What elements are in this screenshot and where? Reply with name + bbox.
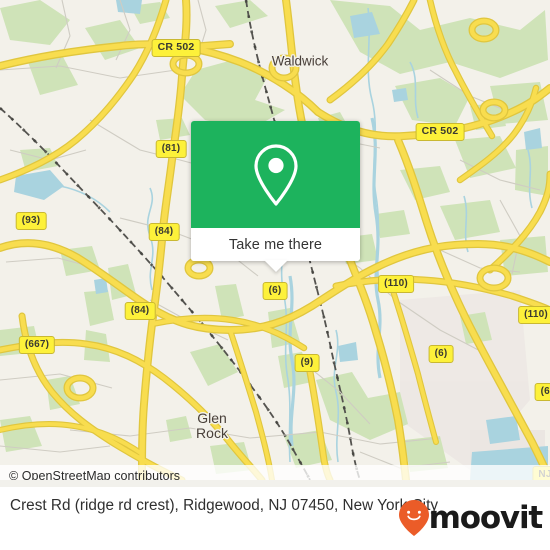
footer-bar: Crest Rd (ridge rd crest), Ridgewood, NJ… [0,487,550,550]
road-shield[interactable]: (110) [378,275,414,293]
road-shield[interactable]: (6) [534,383,550,401]
road-shield[interactable]: (6) [428,345,454,363]
road-shield[interactable]: (84) [124,302,156,320]
road-shield[interactable]: CR 502 [151,39,201,57]
road-shield[interactable]: (84) [148,223,180,241]
location-popup-card[interactable]: Take me there [191,121,360,272]
map-canvas[interactable]: CR 502 CR 502 (81) (93) (84) (84) (667) (6) (110… [0,0,550,480]
road-shield[interactable]: (93) [15,212,47,230]
moovit-wordmark: moovit [428,499,544,536]
place-label: Glen Rock [196,410,228,441]
moovit-pin-smiley-icon [398,500,429,536]
road-shield[interactable]: CR 502 [415,123,465,141]
map-pin-icon [253,143,298,206]
road-shield[interactable]: (667) [18,336,56,354]
attribution-text[interactable]: © OpenStreetMap contributors [0,469,180,480]
road-shield[interactable]: (81) [155,140,187,158]
take-me-there-button[interactable]: Take me there [191,228,360,261]
road-shield[interactable]: (110) [518,306,550,324]
popup-pin-area [191,121,360,228]
place-label: Waldwick [271,53,329,69]
take-me-there-label: Take me there [228,236,323,253]
road-shield[interactable]: (6) [262,282,288,300]
road-shield[interactable]: (9) [294,354,320,372]
moovit-logo[interactable]: moovit [397,499,544,536]
map-screenshot-root: CR 502 CR 502 (81) (93) (84) (84) (667) (6) (110… [0,0,550,550]
map-attribution-bar: © OpenStreetMap contributors [0,465,550,480]
popup-pointer-tail [263,260,288,272]
